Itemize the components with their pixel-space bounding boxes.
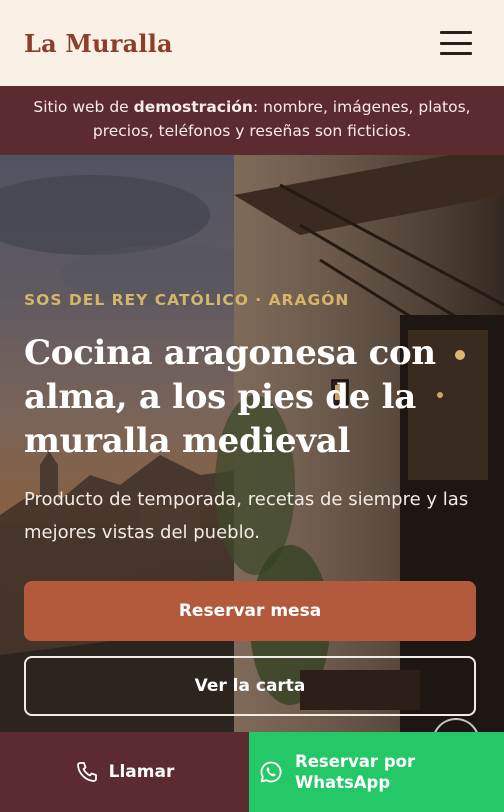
- call-label: Llamar: [108, 762, 175, 782]
- menu-line: [440, 52, 472, 55]
- location-eyebrow: SOS DEL REY CATÓLICO · ARAGÓN: [24, 291, 350, 309]
- view-menu-button[interactable]: Ver la carta: [24, 656, 476, 716]
- site-header: La Muralla: [0, 0, 504, 86]
- whatsapp-reserve-button[interactable]: Reservar por WhatsApp: [249, 732, 504, 812]
- brand-logo[interactable]: La Muralla: [24, 29, 173, 58]
- whatsapp-label: Reservar por WhatsApp: [295, 752, 416, 792]
- menu-line: [440, 41, 472, 45]
- sticky-action-bar: Llamar Reservar por WhatsApp: [0, 732, 504, 812]
- hero-section: SOS DEL REY CATÓLICO · ARAGÓN Cocina ara…: [0, 155, 504, 732]
- hero-headline: Cocina aragonesa con alma, a los pies de…: [24, 333, 436, 461]
- phone-icon: [76, 762, 97, 782]
- reserve-table-button[interactable]: Reservar mesa: [24, 581, 476, 641]
- banner-bold: demostración: [133, 98, 253, 116]
- call-button[interactable]: Llamar: [0, 732, 249, 812]
- banner-prefix: Sitio web de: [33, 98, 134, 116]
- hero-subtitle: Producto de temporada, recetas de siempr…: [24, 489, 469, 543]
- whatsapp-icon: [260, 761, 282, 783]
- menu-line: [440, 31, 472, 34]
- demo-notice-banner: Sitio web de demostración: nombre, imáge…: [0, 86, 504, 155]
- hamburger-menu-icon[interactable]: [440, 31, 472, 55]
